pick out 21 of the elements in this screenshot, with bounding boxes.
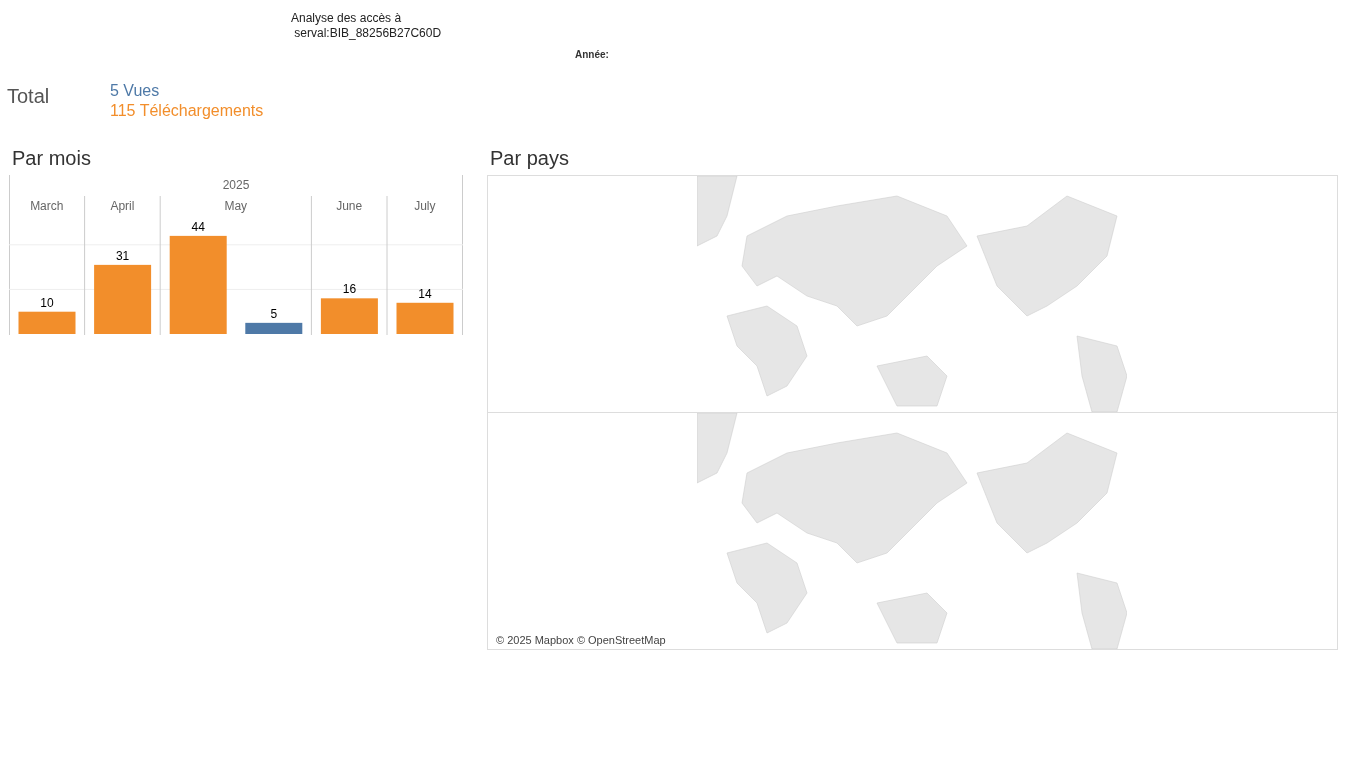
total-count: 115 Téléchargements	[110, 101, 264, 121]
year-filter-label: Année:	[575, 49, 610, 60]
section-title: Par pays	[490, 147, 570, 169]
month-label: July	[414, 199, 436, 213]
bar-value-label: 10	[40, 295, 54, 310]
map-attribution: © 2025 Mapbox © OpenStreetMap	[494, 633, 668, 647]
chart-title: 2025	[222, 178, 250, 192]
report-title: Analyse des accès à	[291, 11, 403, 26]
total-label: Total	[7, 84, 51, 109]
total-count: 5 Vues	[110, 81, 161, 101]
bar-value-label: 44	[191, 219, 205, 234]
bar-value-label: 14	[418, 286, 432, 301]
month-label: March	[30, 199, 64, 213]
month-label: April	[110, 199, 135, 213]
month-label: May	[224, 199, 248, 213]
bar-value-label: 5	[270, 306, 278, 321]
bar-value-label: 31	[115, 248, 130, 263]
month-label: June	[336, 199, 363, 213]
bar-value-label: 16	[342, 282, 357, 297]
section-title: Par mois	[12, 147, 92, 169]
report-title: serval:BIB_88256B27C60D	[293, 26, 443, 41]
